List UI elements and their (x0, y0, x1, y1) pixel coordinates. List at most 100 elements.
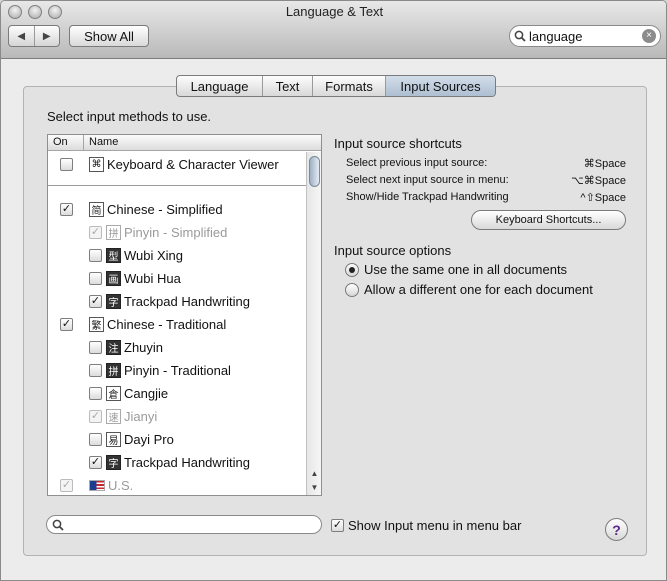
list-item[interactable]: 画 Wubi Hua (48, 267, 306, 290)
shortcut-handwriting-keys: ^⇧Space (580, 192, 626, 204)
list-section-divider (48, 185, 306, 186)
input-sources-list[interactable]: On Name ⌘ Keyboard & Character Viewer ✓ 简 Ch… (47, 134, 322, 496)
radio-different-each-document[interactable]: Allow a different one for each document (345, 282, 593, 297)
input-method-icon: 繁 (89, 317, 104, 332)
list-item-label: Chinese - Traditional (107, 317, 227, 332)
checked-checkbox[interactable]: ✓ (89, 456, 102, 469)
tab-text[interactable]: Text (262, 76, 312, 96)
radio-unselected-icon[interactable] (345, 282, 359, 297)
list-item[interactable]: ✓ 繁 Chinese - Traditional (48, 313, 306, 336)
window-title: Language & Text (285, 4, 384, 19)
checked-checkbox: ✓ (89, 226, 102, 239)
tab-bar: Language Text Formats Input Sources (176, 75, 496, 97)
checked-checkbox[interactable]: ✓ (89, 295, 102, 308)
list-header: On Name (48, 135, 321, 151)
list-item-label: Trackpad Handwriting (124, 455, 250, 470)
tab-language[interactable]: Language (177, 76, 262, 96)
search-input[interactable]: language (529, 29, 642, 44)
checked-checkbox: ✓ (89, 410, 102, 423)
list-item-label: Dayi Pro (124, 432, 174, 447)
list-item-label: Pinyin - Traditional (124, 363, 231, 378)
unchecked-checkbox[interactable] (89, 364, 102, 377)
list-item[interactable]: ✓ 字 Trackpad Handwriting (48, 451, 306, 474)
show-input-menu-checkbox[interactable]: ✓ (331, 519, 344, 532)
list-item-label: Wubi Hua (124, 271, 181, 286)
list-item-label: Keyboard & Character Viewer (107, 157, 279, 172)
unchecked-checkbox[interactable] (89, 249, 102, 262)
input-method-icon: 倉 (106, 386, 121, 401)
radio-selected-icon[interactable] (345, 262, 359, 277)
unchecked-checkbox[interactable] (89, 387, 102, 400)
preferences-window: Language & Text ◀ ▶ Show All language × … (0, 0, 667, 581)
shortcut-handwriting-label: Show/Hide Trackpad Handwriting (346, 191, 509, 203)
column-header-name[interactable]: Name (84, 135, 118, 150)
show-input-menu-option[interactable]: ✓ Show Input menu in menu bar (331, 518, 521, 533)
list-item[interactable]: ✓ 字 Trackpad Handwriting (48, 290, 306, 313)
scroll-down-arrow-icon[interactable]: ▼ (307, 480, 321, 494)
list-item-label: Wubi Xing (124, 248, 184, 263)
radio-same-label: Use the same one in all documents (364, 262, 568, 277)
magnifier-icon (52, 519, 64, 531)
list-item[interactable]: ✓ 速 Jianyi (48, 405, 306, 428)
us-flag-icon (89, 480, 105, 491)
unchecked-checkbox[interactable] (89, 341, 102, 354)
tab-formats[interactable]: Formats (312, 76, 385, 96)
input-method-icon: 字 (106, 294, 121, 309)
list-item-label: U.S. (108, 478, 134, 493)
title-toolbar: Language & Text ◀ ▶ Show All language × (1, 1, 666, 59)
list-item[interactable]: ⌘ Keyboard & Character Viewer (48, 153, 306, 176)
radio-same-all-documents[interactable]: Use the same one in all documents (345, 262, 567, 277)
input-method-icon: 拼 (106, 225, 121, 240)
list-item[interactable]: 型 Wubi Xing (48, 244, 306, 267)
radio-different-label: Allow a different one for each document (364, 282, 593, 297)
list-item-label: Cangjie (124, 386, 169, 401)
column-header-on[interactable]: On (48, 135, 84, 150)
back-forward-control: ◀ ▶ (8, 25, 60, 47)
unchecked-checkbox[interactable] (89, 433, 102, 446)
list-item[interactable]: ✓ U.S. (48, 474, 306, 495)
show-input-menu-label: Show Input menu in menu bar (348, 518, 522, 533)
search-field[interactable]: language × (509, 25, 661, 47)
shortcut-previous-label: Select previous input source: (346, 157, 488, 169)
keyboard-shortcuts-button[interactable]: Keyboard Shortcuts... (471, 210, 626, 230)
options-heading: Input source options (334, 243, 452, 258)
scrollbar-thumb[interactable] (309, 156, 320, 187)
list-item[interactable]: 注 Zhuyin (48, 336, 306, 359)
list-item[interactable]: 拼 Pinyin - Traditional (48, 359, 306, 382)
forward-arrow-icon[interactable]: ▶ (33, 26, 60, 46)
input-method-icon: 字 (106, 455, 121, 470)
input-method-icon: 易 (106, 432, 121, 447)
input-method-icon: 速 (106, 409, 121, 424)
tab-input-sources[interactable]: Input Sources (385, 76, 495, 96)
list-item-label: Jianyi (124, 409, 158, 424)
list-item[interactable]: 易 Dayi Pro (48, 428, 306, 451)
instructions-label: Select input methods to use. (47, 109, 212, 124)
filter-search-field[interactable] (46, 515, 322, 534)
shortcut-next-label: Select next input source in menu: (346, 174, 509, 186)
list-item-label: Trackpad Handwriting (124, 294, 250, 309)
shortcut-previous-keys: ⌘Space (583, 158, 626, 170)
list-item-label: Chinese - Simplified (107, 202, 223, 217)
checked-checkbox[interactable]: ✓ (60, 318, 73, 331)
clear-search-icon[interactable]: × (642, 29, 656, 43)
list-scrollbar[interactable]: ▲ ▼ (306, 152, 321, 495)
input-method-icon: ⌘ (89, 157, 104, 172)
list-item[interactable]: ✓ 简 Chinese - Simplified (48, 198, 306, 221)
show-all-button[interactable]: Show All (69, 25, 149, 47)
checked-checkbox[interactable]: ✓ (60, 203, 73, 216)
input-method-icon: 拼 (106, 363, 121, 378)
help-button[interactable]: ? (605, 518, 628, 541)
unchecked-checkbox[interactable] (60, 158, 73, 171)
unchecked-checkbox[interactable] (89, 272, 102, 285)
shortcut-next-keys: ⌥⌘Space (571, 175, 626, 187)
input-method-icon: 画 (106, 271, 121, 286)
input-method-icon: 简 (89, 202, 104, 217)
list-item[interactable]: ✓ 拼 Pinyin - Simplified (48, 221, 306, 244)
shortcuts-heading: Input source shortcuts (334, 136, 462, 151)
list-item-label: Pinyin - Simplified (124, 225, 228, 240)
back-arrow-icon[interactable]: ◀ (9, 26, 34, 46)
list-item[interactable]: 倉 Cangjie (48, 382, 306, 405)
scroll-up-arrow-icon[interactable]: ▲ (307, 466, 321, 480)
input-method-icon: 型 (106, 248, 121, 263)
magnifier-icon (514, 30, 526, 42)
